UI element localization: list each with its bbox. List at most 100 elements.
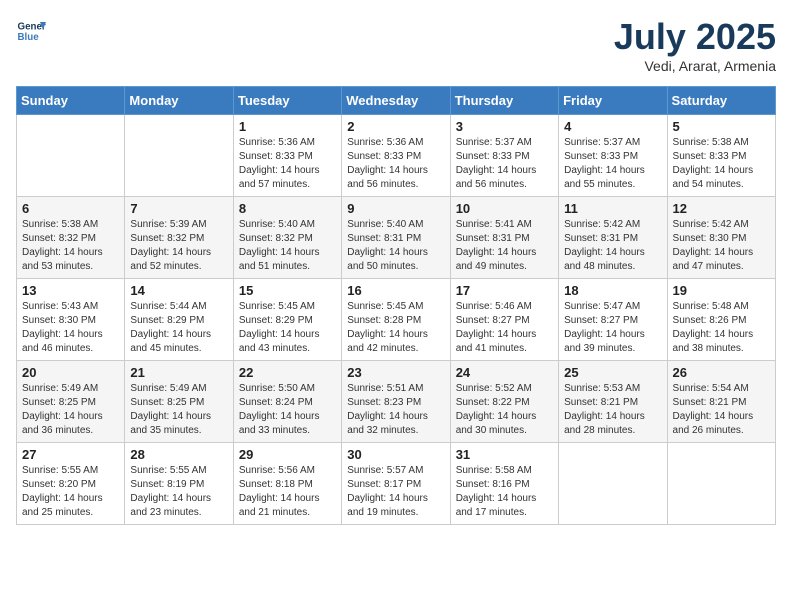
day-info: Sunrise: 5:37 AMSunset: 8:33 PMDaylight:… [564,136,661,192]
calendar-day-cell: 18 Sunrise: 5:47 AMSunset: 8:27 PMDayligh… [559,279,667,361]
day-number: 7 [130,201,227,216]
calendar-week-row: 13 Sunrise: 5:43 AMSunset: 8:30 PMDayligh… [17,279,776,361]
day-number: 6 [22,201,119,216]
calendar-day-cell: 25 Sunrise: 5:53 AMSunset: 8:21 PMDayligh… [559,361,667,443]
day-number: 12 [673,201,770,216]
svg-text:Blue: Blue [18,32,40,43]
day-number: 17 [456,283,553,298]
calendar-day-cell: 23 Sunrise: 5:51 AMSunset: 8:23 PMDayligh… [342,361,450,443]
day-number: 23 [347,365,444,380]
calendar-day-cell: 12Sunrise: 5:42 AMSunset: 8:30 PMDayligh… [667,197,775,279]
day-number: 5 [673,119,770,134]
calendar-week-row: 6 Sunrise: 5:38 AMSunset: 8:32 PMDaylight… [17,197,776,279]
calendar-day-cell: 5 Sunrise: 5:38 AMSunset: 8:33 PMDaylight… [667,115,775,197]
day-info: Sunrise: 5:45 AMSunset: 8:29 PMDaylight:… [239,300,336,356]
calendar-day-cell [125,115,233,197]
weekday-header: Sunday [17,87,125,115]
day-info: Sunrise: 5:38 AMSunset: 8:32 PMDaylight:… [22,218,119,274]
title-section: July 2025 Vedi, Ararat, Armenia [614,16,776,74]
day-number: 24 [456,365,553,380]
day-info: Sunrise: 5:50 AMSunset: 8:24 PMDaylight:… [239,382,336,438]
day-number: 2 [347,119,444,134]
day-number: 29 [239,447,336,462]
day-number: 25 [564,365,661,380]
day-info: Sunrise: 5:39 AMSunset: 8:32 PMDaylight:… [130,218,227,274]
calendar-day-cell: 1Sunrise: 5:36 AMSunset: 8:33 PMDaylight… [233,115,341,197]
day-info: Sunrise: 5:52 AMSunset: 8:22 PMDaylight:… [456,382,553,438]
day-number: 9 [347,201,444,216]
calendar-week-row: 27 Sunrise: 5:55 AMSunset: 8:20 PMDayligh… [17,443,776,525]
day-info: Sunrise: 5:40 AMSunset: 8:32 PMDaylight:… [239,218,336,274]
day-info: Sunrise: 5:55 AMSunset: 8:20 PMDaylight:… [22,464,119,520]
calendar-day-cell: 19 Sunrise: 5:48 AMSunset: 8:26 PMDayligh… [667,279,775,361]
day-number: 27 [22,447,119,462]
day-info: Sunrise: 5:58 AMSunset: 8:16 PMDaylight:… [456,464,553,520]
calendar-day-cell: 21Sunrise: 5:49 AMSunset: 8:25 PMDayligh… [125,361,233,443]
day-info: Sunrise: 5:41 AMSunset: 8:31 PMDaylight:… [456,218,553,274]
day-info: Sunrise: 5:36 AMSunset: 8:33 PMDaylight:… [347,136,444,192]
logo: General Blue [16,16,46,46]
day-info: Sunrise: 5:49 AMSunset: 8:25 PMDaylight:… [130,382,227,438]
day-info: Sunrise: 5:55 AMSunset: 8:19 PMDaylight:… [130,464,227,520]
month-title: July 2025 [614,16,776,58]
day-number: 18 [564,283,661,298]
location: Vedi, Ararat, Armenia [614,58,776,74]
day-info: Sunrise: 5:37 AMSunset: 8:33 PMDaylight:… [456,136,553,192]
calendar-day-cell: 10 Sunrise: 5:41 AMSunset: 8:31 PMDayligh… [450,197,558,279]
day-number: 30 [347,447,444,462]
calendar-day-cell: 8 Sunrise: 5:40 AMSunset: 8:32 PMDaylight… [233,197,341,279]
calendar-week-row: 20 Sunrise: 5:49 AMSunset: 8:25 PMDayligh… [17,361,776,443]
calendar-day-cell: 24 Sunrise: 5:52 AMSunset: 8:22 PMDayligh… [450,361,558,443]
day-info: Sunrise: 5:53 AMSunset: 8:21 PMDaylight:… [564,382,661,438]
calendar-day-cell: 15Sunrise: 5:45 AMSunset: 8:29 PMDayligh… [233,279,341,361]
day-info: Sunrise: 5:40 AMSunset: 8:31 PMDaylight:… [347,218,444,274]
day-number: 14 [130,283,227,298]
day-number: 4 [564,119,661,134]
day-info: Sunrise: 5:48 AMSunset: 8:26 PMDaylight:… [673,300,770,356]
day-number: 8 [239,201,336,216]
day-number: 19 [673,283,770,298]
day-info: Sunrise: 5:49 AMSunset: 8:25 PMDaylight:… [22,382,119,438]
weekday-header: Friday [559,87,667,115]
day-number: 31 [456,447,553,462]
day-info: Sunrise: 5:56 AMSunset: 8:18 PMDaylight:… [239,464,336,520]
day-number: 28 [130,447,227,462]
calendar-day-cell: 13 Sunrise: 5:43 AMSunset: 8:30 PMDayligh… [17,279,125,361]
calendar-day-cell [667,443,775,525]
day-number: 13 [22,283,119,298]
weekday-header: Tuesday [233,87,341,115]
calendar-day-cell: 31 Sunrise: 5:58 AMSunset: 8:16 PMDayligh… [450,443,558,525]
calendar-day-cell: 7 Sunrise: 5:39 AMSunset: 8:32 PMDaylight… [125,197,233,279]
day-number: 20 [22,365,119,380]
day-number: 10 [456,201,553,216]
day-info: Sunrise: 5:38 AMSunset: 8:33 PMDaylight:… [673,136,770,192]
calendar-day-cell: 29 Sunrise: 5:56 AMSunset: 8:18 PMDayligh… [233,443,341,525]
day-number: 22 [239,365,336,380]
day-info: Sunrise: 5:57 AMSunset: 8:17 PMDaylight:… [347,464,444,520]
calendar-day-cell: 3Sunrise: 5:37 AMSunset: 8:33 PMDaylight… [450,115,558,197]
calendar-day-cell: 14Sunrise: 5:44 AMSunset: 8:29 PMDayligh… [125,279,233,361]
day-info: Sunrise: 5:36 AMSunset: 8:33 PMDaylight:… [239,136,336,192]
day-number: 26 [673,365,770,380]
weekday-header: Monday [125,87,233,115]
calendar-day-cell: 16Sunrise: 5:45 AMSunset: 8:28 PMDayligh… [342,279,450,361]
day-info: Sunrise: 5:51 AMSunset: 8:23 PMDaylight:… [347,382,444,438]
weekday-header: Thursday [450,87,558,115]
day-info: Sunrise: 5:46 AMSunset: 8:27 PMDaylight:… [456,300,553,356]
day-info: Sunrise: 5:54 AMSunset: 8:21 PMDaylight:… [673,382,770,438]
day-info: Sunrise: 5:43 AMSunset: 8:30 PMDaylight:… [22,300,119,356]
day-number: 16 [347,283,444,298]
calendar-day-cell: 6 Sunrise: 5:38 AMSunset: 8:32 PMDaylight… [17,197,125,279]
calendar-day-cell: 11 Sunrise: 5:42 AMSunset: 8:31 PMDayligh… [559,197,667,279]
calendar-day-cell: 30 Sunrise: 5:57 AMSunset: 8:17 PMDayligh… [342,443,450,525]
calendar-day-cell: 26 Sunrise: 5:54 AMSunset: 8:21 PMDayligh… [667,361,775,443]
weekday-header: Wednesday [342,87,450,115]
day-number: 11 [564,201,661,216]
calendar-day-cell: 22 Sunrise: 5:50 AMSunset: 8:24 PMDayligh… [233,361,341,443]
calendar-day-cell: 27 Sunrise: 5:55 AMSunset: 8:20 PMDayligh… [17,443,125,525]
calendar-day-cell [559,443,667,525]
day-info: Sunrise: 5:47 AMSunset: 8:27 PMDaylight:… [564,300,661,356]
calendar-table: SundayMondayTuesdayWednesdayThursdayFrid… [16,86,776,525]
calendar-day-cell: 20 Sunrise: 5:49 AMSunset: 8:25 PMDayligh… [17,361,125,443]
day-info: Sunrise: 5:42 AMSunset: 8:31 PMDaylight:… [564,218,661,274]
